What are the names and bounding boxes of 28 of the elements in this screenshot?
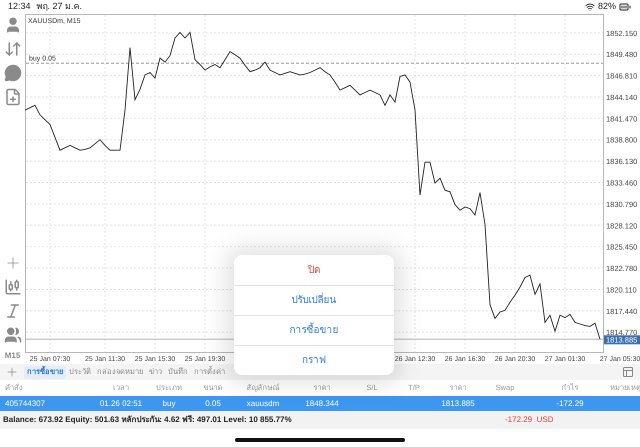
menu-item[interactable]: ปิด xyxy=(234,255,394,285)
timeframe-button[interactable]: M15 xyxy=(4,350,20,362)
table-cell-text: 01.26 02:51 xyxy=(98,398,144,410)
candlestick-icon[interactable] xyxy=(4,278,22,296)
table-cell-text: buy xyxy=(162,398,176,410)
table-cell-text: -172.29 xyxy=(555,398,585,410)
table-row[interactable]: 405744307 01.26 02:51 buy 0.05 xauusdm 1848.344 1813.885 -172.29 xyxy=(0,396,640,411)
menu-item[interactable]: ปรับเปลี่ยน xyxy=(234,285,394,315)
layout-icon[interactable] xyxy=(622,366,634,378)
status-date: พฤ. 27 ม.ค. xyxy=(36,0,82,14)
new-document-icon[interactable] xyxy=(4,88,22,106)
add-icon[interactable] xyxy=(5,365,19,379)
wifi-icon xyxy=(584,2,595,12)
trade-arrows-icon[interactable] xyxy=(4,40,22,58)
battery-icon xyxy=(618,1,632,13)
table-cell-text: 0.05 xyxy=(204,398,222,410)
table-cell-text: 1813.885 xyxy=(440,398,476,410)
status-time: 12:34 xyxy=(8,0,31,14)
menu-item[interactable]: การซื้อขาย xyxy=(234,315,394,345)
total-profit: -172.29 USD xyxy=(504,414,554,426)
battery-percent: 82% xyxy=(598,0,616,14)
table-cell-text: xauusdm xyxy=(246,398,280,410)
account-summary: Balance: 673.92 Equity: 501.63 หลักประกัน: 4.62 ฟรี: 497.01 Level: 10 855.77% xyxy=(2,414,293,426)
table-cell-text: 405744307 xyxy=(4,398,46,410)
menu-item[interactable]: กราฟ xyxy=(234,345,394,375)
chat-icon[interactable] xyxy=(4,64,22,82)
people-icon[interactable] xyxy=(4,326,22,344)
table-cell-text: 1848.344 xyxy=(304,398,340,410)
